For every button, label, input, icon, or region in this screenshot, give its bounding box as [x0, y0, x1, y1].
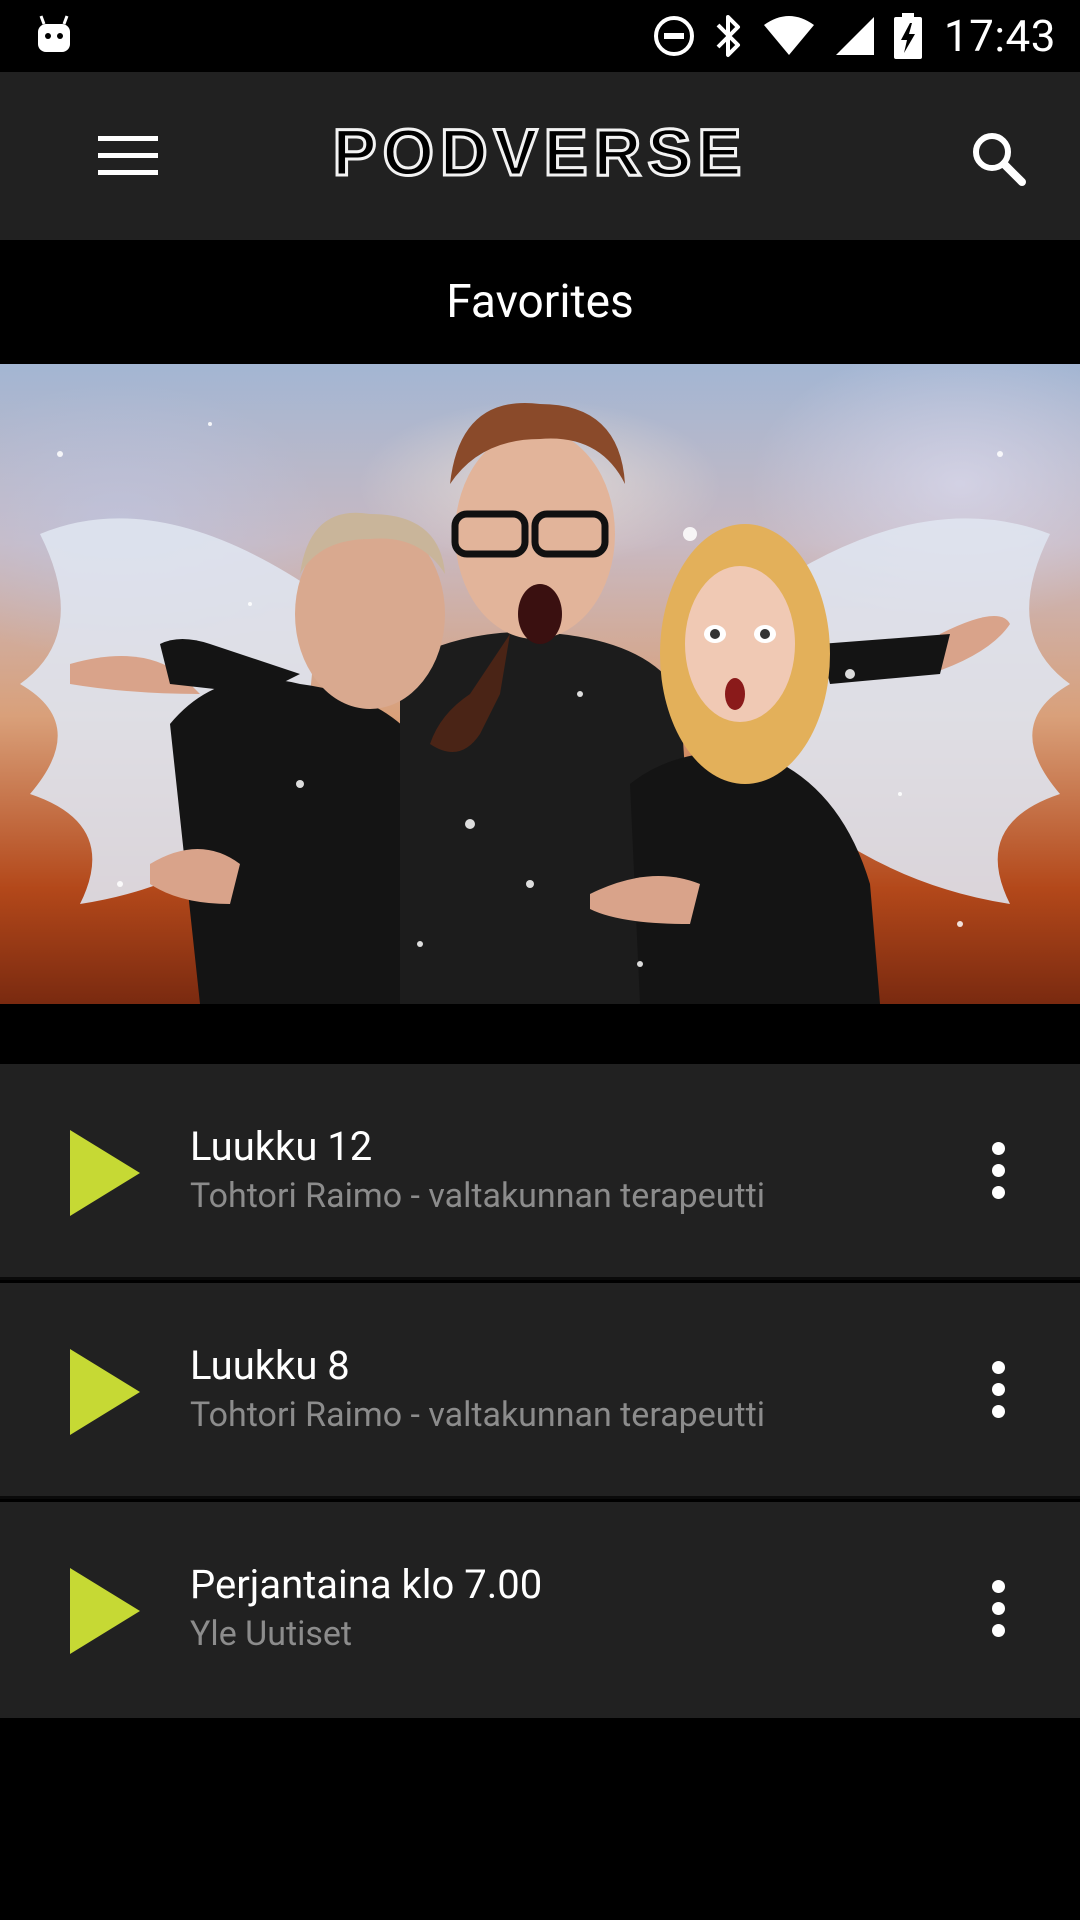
list-item[interactable]: Perjantaina klo 7.00 Yle Uutiset: [0, 1502, 1080, 1718]
android-debug-icon: [38, 15, 70, 52]
do-not-disturb-icon: [653, 16, 694, 56]
status-clock: 17:43: [943, 10, 1056, 62]
artwork-illustration: [20, 403, 1070, 1004]
cellular-signal-icon: [835, 17, 874, 55]
episode-text: Perjantaina klo 7.00 Yle Uutiset: [190, 1560, 940, 1658]
app-bar: PODVERSE: [0, 72, 1080, 240]
more-options-icon[interactable]: [986, 1580, 1010, 1640]
episode-podcast: Yle Uutiset: [190, 1614, 353, 1654]
list-item[interactable]: Luukku 12 Tohtori Raimo - valtakunnan te…: [0, 1064, 1080, 1280]
more-options-icon[interactable]: [986, 1142, 1010, 1202]
episode-text: Luukku 8 Tohtori Raimo - valtakunnan ter…: [190, 1341, 940, 1439]
battery-charging-icon: [893, 13, 922, 59]
episode-title: Perjantaina klo 7.00: [190, 1561, 543, 1608]
status-icons: 17:43: [652, 0, 1056, 72]
wifi-icon: [763, 16, 814, 55]
episode-podcast: Tohtori Raimo - valtakunnan terapeutti: [190, 1176, 766, 1216]
bluetooth-icon: [716, 15, 740, 57]
episode-title: Luukku 12: [190, 1123, 373, 1170]
podcast-artwork[interactable]: [0, 364, 1080, 1004]
list-item[interactable]: Luukku 8 Tohtori Raimo - valtakunnan ter…: [0, 1283, 1080, 1499]
play-icon[interactable]: [70, 1349, 140, 1435]
episode-title: Luukku 8: [190, 1342, 350, 1389]
page-title: Favorites: [446, 275, 634, 329]
list-spacer: [0, 1004, 1080, 1064]
status-bar: 17:43: [0, 0, 1080, 72]
page-title-bar: Favorites: [0, 240, 1080, 364]
episode-podcast: Tohtori Raimo - valtakunnan terapeutti: [190, 1395, 766, 1435]
play-icon[interactable]: [70, 1130, 140, 1216]
play-icon[interactable]: [70, 1568, 140, 1654]
app-logo: PODVERSE: [331, 114, 748, 191]
episode-text: Luukku 12 Tohtori Raimo - valtakunnan te…: [190, 1122, 940, 1220]
more-options-icon[interactable]: [986, 1361, 1010, 1421]
search-icon[interactable]: [968, 128, 1028, 188]
